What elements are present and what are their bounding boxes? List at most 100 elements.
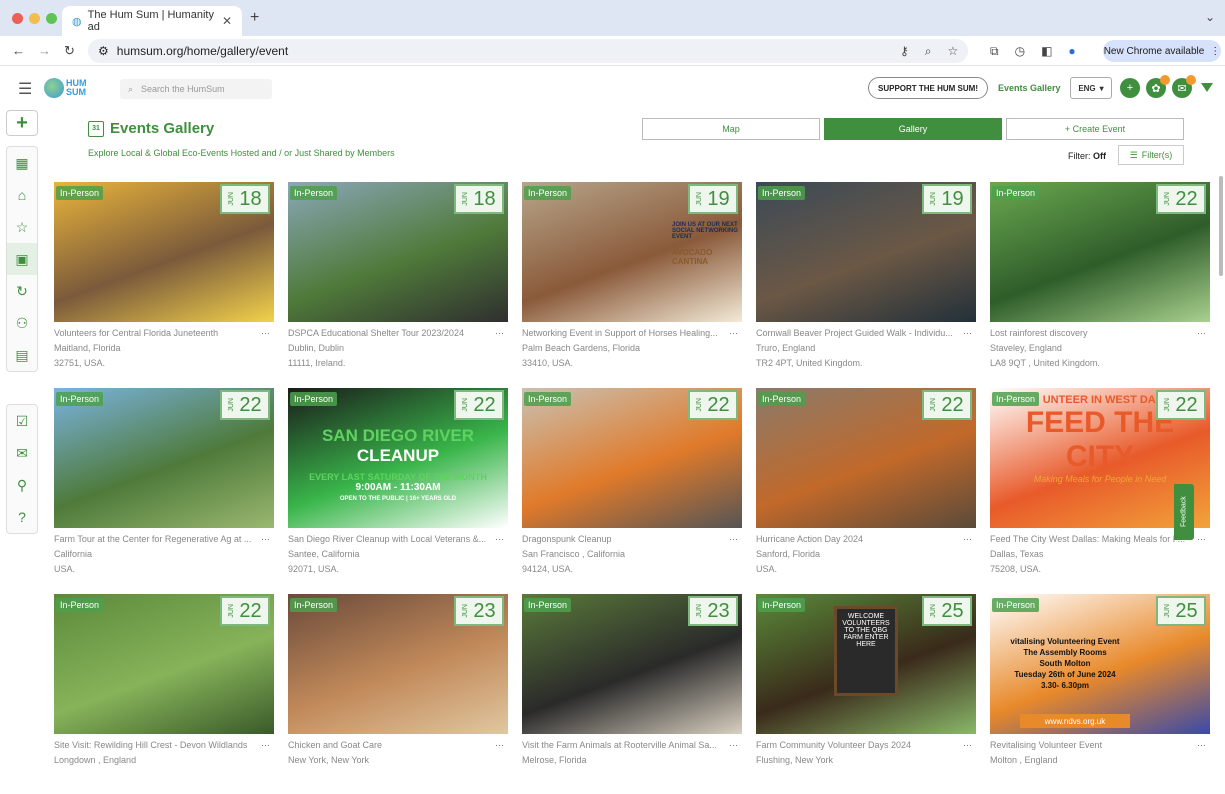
event-card[interactable]: In-Person JUN 23 Chicken and Goat Care ·… <box>288 594 508 794</box>
back-icon[interactable]: ← <box>12 43 25 58</box>
forward-icon[interactable]: → <box>38 43 51 58</box>
event-card[interactable]: In-Person JUN 22 Dragonspunk Cleanup ···… <box>522 388 742 588</box>
account-menu-icon[interactable] <box>1201 83 1213 92</box>
tab-search-chevron-icon[interactable]: ⌄ <box>1205 10 1215 24</box>
event-image[interactable]: In-Person JUN 19 <box>756 182 976 322</box>
event-card[interactable]: In-Person JUN 22 Hurricane Action Day 20… <box>756 388 976 588</box>
event-card[interactable]: In-Person JUN 18 Volunteers for Central … <box>54 182 274 382</box>
event-name[interactable]: Networking Event in Support of Horses He… <box>522 326 722 341</box>
event-name[interactable]: San Diego River Cleanup with Local Veter… <box>288 532 488 547</box>
new-tab-icon[interactable]: + <box>250 9 259 27</box>
event-card[interactable]: In-Person JUN 22 Farm Tour at the Center… <box>54 388 274 588</box>
event-card[interactable]: WELCOME VOLUNTEERS TO THE QBG FARM ENTER… <box>756 594 976 794</box>
feedback-tab[interactable]: Feedback <box>1174 484 1194 540</box>
event-image[interactable]: In-Person JUN 23 <box>288 594 508 734</box>
user-icon[interactable]: ⚲ <box>7 469 37 501</box>
event-card[interactable]: In-Person JUN 22 Site Visit: Rewilding H… <box>54 594 274 794</box>
event-card[interactable]: In-Person JUN 18 DSPCA Educational Shelt… <box>288 182 508 382</box>
event-image[interactable]: In-Person JUN 18 <box>54 182 274 322</box>
close-window-button[interactable] <box>12 13 23 24</box>
scrollbar[interactable] <box>1219 176 1223 276</box>
url-input[interactable]: ⚙ humsum.org/home/gallery/event <box>88 39 968 63</box>
more-options-icon[interactable]: ··· <box>495 738 504 753</box>
event-card[interactable]: vitalising Volunteering Event The Assembl… <box>990 594 1210 794</box>
gallery-view-button[interactable]: Gallery <box>824 118 1002 140</box>
minimize-window-button[interactable] <box>29 13 40 24</box>
create-event-button[interactable]: + Create Event <box>1006 118 1184 140</box>
map-view-button[interactable]: Map <box>642 118 820 140</box>
more-options-icon[interactable]: ··· <box>963 738 972 753</box>
events-gallery-link[interactable]: Events Gallery <box>998 83 1061 93</box>
event-name[interactable]: Lost rainforest discovery <box>990 326 1190 341</box>
event-card[interactable]: In-Person JUN 19 Cornwall Beaver Project… <box>756 182 976 382</box>
side-panel-icon[interactable]: ◧ <box>1041 44 1052 59</box>
more-options-icon[interactable]: ··· <box>261 532 270 547</box>
event-image[interactable]: In-Person JUN 22 <box>990 182 1210 322</box>
event-image[interactable]: In-Person JUN 22 <box>54 388 274 528</box>
event-image[interactable]: In-Person JUN 23 <box>522 594 742 734</box>
extensions-icon[interactable]: ⧉ <box>990 44 999 59</box>
more-options-icon[interactable]: ··· <box>729 738 738 753</box>
create-button[interactable]: + <box>6 110 38 136</box>
event-card[interactable]: JOIN US AT OUR NEXT SOCIAL NETWORKING EV… <box>522 182 742 382</box>
more-options-icon[interactable]: ··· <box>963 532 972 547</box>
event-card[interactable]: In-Person JUN 23 Visit the Farm Animals … <box>522 594 742 794</box>
event-image[interactable]: WELCOME VOLUNTEERS TO THE QBG FARM ENTER… <box>756 594 976 734</box>
gift-icon[interactable]: ⌂ <box>7 179 37 211</box>
checklist-icon[interactable]: ☑ <box>7 405 37 437</box>
menu-icon[interactable]: ☰ <box>18 79 32 99</box>
more-options-icon[interactable]: ··· <box>1197 738 1206 753</box>
password-key-icon[interactable]: ⚷ <box>900 44 909 59</box>
document-icon[interactable]: ▤ <box>7 339 37 371</box>
event-name[interactable]: Volunteers for Central Florida Juneteent… <box>54 326 254 341</box>
hum-sum-logo[interactable]: HUM SUM <box>44 74 92 102</box>
more-menu-icon[interactable]: ⋮ <box>1210 46 1220 57</box>
more-options-icon[interactable]: ··· <box>1197 532 1206 547</box>
notifications-icon[interactable]: ✿ <box>1146 75 1170 98</box>
event-card[interactable]: SAN DIEGO RIVER CLEANUP EVERY LAST SATURDA… <box>288 388 508 588</box>
star-icon[interactable]: ☆ <box>7 211 37 243</box>
event-name[interactable]: Site Visit: Rewilding Hill Crest - Devon… <box>54 738 254 753</box>
zoom-icon[interactable]: ⌕ <box>925 44 932 59</box>
more-options-icon[interactable]: ··· <box>729 532 738 547</box>
history-icon[interactable]: ◷ <box>1015 44 1025 59</box>
event-name[interactable]: Dragonspunk Cleanup <box>522 532 722 547</box>
support-button[interactable]: SUPPORT THE HUM SUM! <box>868 77 988 99</box>
more-options-icon[interactable]: ··· <box>261 738 270 753</box>
more-options-icon[interactable]: ··· <box>495 532 504 547</box>
filters-button[interactable]: ☰ Filter(s) <box>1118 145 1184 165</box>
add-icon[interactable]: + <box>1120 78 1140 98</box>
maximize-window-button[interactable] <box>46 13 57 24</box>
event-name[interactable]: Farm Community Volunteer Days 2024 <box>756 738 956 753</box>
reload-icon[interactable]: ↻ <box>64 43 75 59</box>
event-name[interactable]: Revitalising Volunteer Event <box>990 738 1190 753</box>
more-options-icon[interactable]: ··· <box>495 326 504 341</box>
browser-tab[interactable]: ◍ The Hum Sum | Humanity ad ✕ <box>62 6 242 36</box>
event-name[interactable]: Hurricane Action Day 2024 <box>756 532 956 547</box>
new-chrome-button[interactable]: New Chrome available ⋮ <box>1103 40 1221 62</box>
more-options-icon[interactable]: ··· <box>1197 326 1206 341</box>
event-image[interactable]: JOIN US AT OUR NEXT SOCIAL NETWORKING EV… <box>522 182 742 322</box>
event-name[interactable]: Visit the Farm Animals at Rooterville An… <box>522 738 722 753</box>
more-options-icon[interactable]: ··· <box>729 326 738 341</box>
calendar-icon[interactable]: ▣ <box>7 243 37 275</box>
help-icon[interactable]: ? <box>7 501 37 533</box>
bookmark-star-icon[interactable]: ☆ <box>948 44 959 59</box>
event-card[interactable]: In-Person JUN 22 Lost rainforest discove… <box>990 182 1210 382</box>
event-name[interactable]: Cornwall Beaver Project Guided Walk - In… <box>756 326 956 341</box>
refresh-icon[interactable]: ↻ <box>7 275 37 307</box>
profile-icon[interactable]: ● <box>1068 44 1075 59</box>
event-image[interactable]: SAN DIEGO RIVER CLEANUP EVERY LAST SATURDA… <box>288 388 508 528</box>
mail-icon[interactable]: ✉ <box>7 437 37 469</box>
event-name[interactable]: Chicken and Goat Care <box>288 738 488 753</box>
event-image[interactable]: In-Person JUN 22 <box>54 594 274 734</box>
close-tab-icon[interactable]: ✕ <box>222 14 232 28</box>
event-image[interactable]: In-Person JUN 22 <box>522 388 742 528</box>
more-options-icon[interactable]: ··· <box>963 326 972 341</box>
gallery-grid-icon[interactable]: ▦ <box>7 147 37 179</box>
search-input[interactable]: ⌕ Search the HumSum <box>120 79 272 99</box>
event-name[interactable]: Feed The City West Dallas: Making Meals … <box>990 532 1190 547</box>
event-image[interactable]: In-Person JUN 18 <box>288 182 508 322</box>
more-options-icon[interactable]: ··· <box>261 326 270 341</box>
language-select[interactable]: ENG ▾ <box>1070 77 1112 99</box>
